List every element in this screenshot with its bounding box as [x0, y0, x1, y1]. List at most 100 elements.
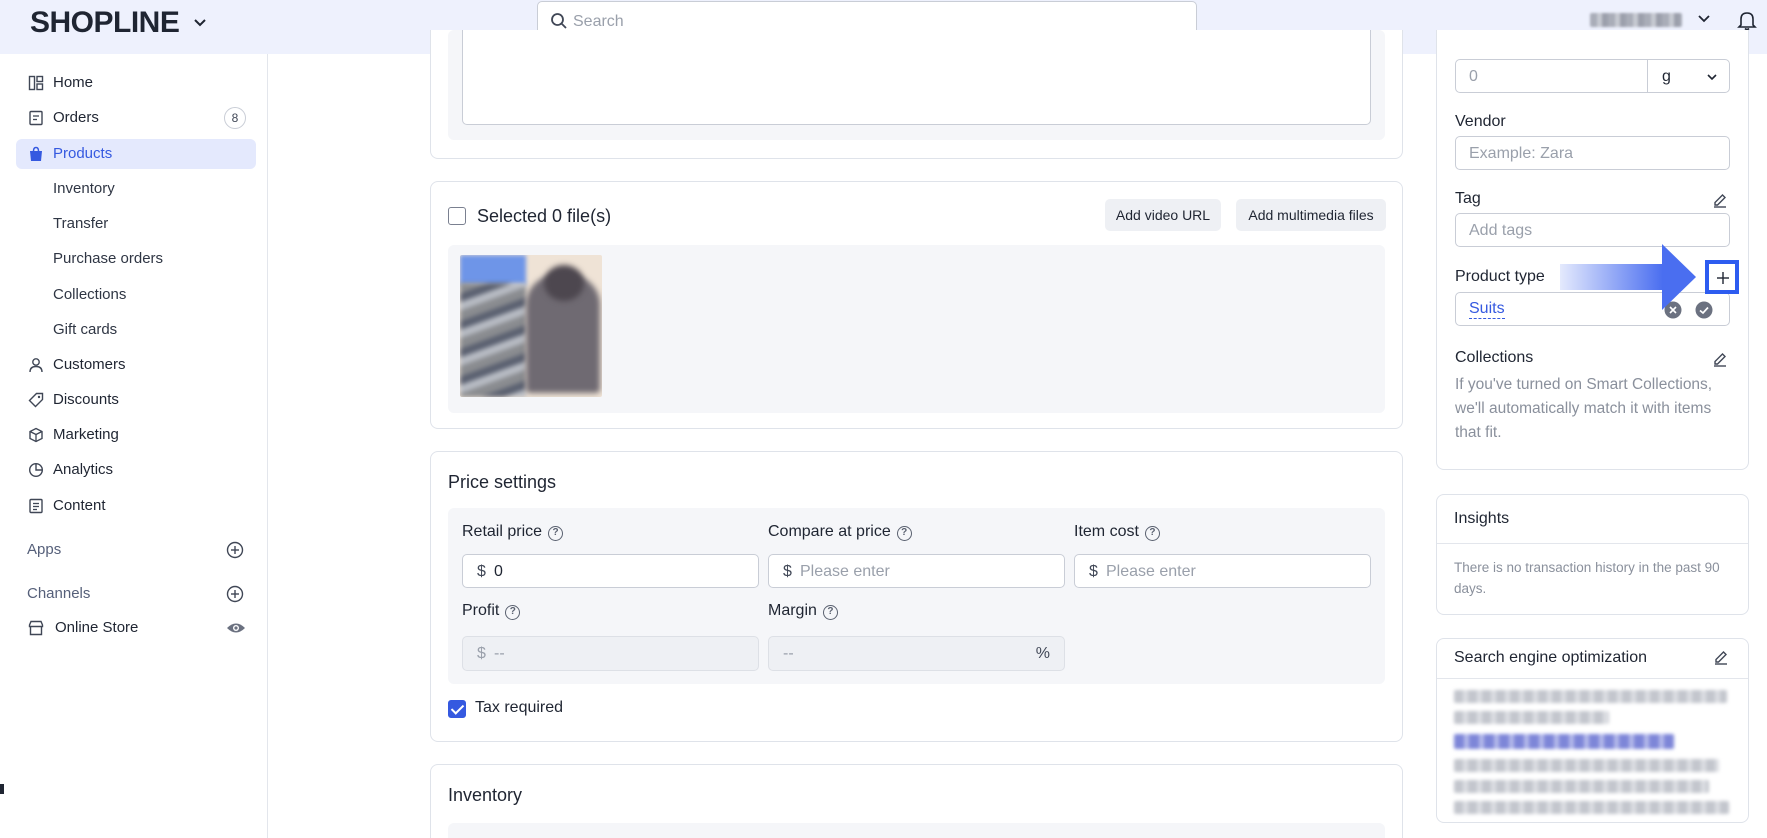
profit-field: $ -- [462, 636, 759, 671]
orders-icon [29, 110, 43, 126]
sidebar-item-label: Content [53, 497, 106, 514]
account-chevron-down-icon[interactable] [1696, 10, 1712, 26]
compare-price-input[interactable]: $ Please enter [768, 554, 1065, 588]
retail-price-value: 0 [494, 563, 503, 580]
sidebar-item-label: Customers [53, 356, 126, 373]
add-app-plus-icon[interactable] [226, 541, 244, 559]
currency-symbol: $ [1089, 563, 1098, 580]
account-name-redacted[interactable] [1590, 13, 1682, 27]
sidebar-item-label: Home [53, 74, 94, 91]
marketing-icon [29, 427, 43, 443]
bell-icon[interactable] [1736, 9, 1758, 31]
product-image-thumbnail[interactable] [460, 255, 602, 397]
sidebar-item-inventory[interactable]: Inventory [16, 174, 256, 204]
item-cost-placeholder: Please enter [1106, 563, 1196, 580]
help-icon[interactable]: ? [822, 605, 838, 620]
annotation-arrow-shaft [1560, 264, 1663, 290]
inventory-title: Inventory [448, 785, 523, 805]
retail-price-input[interactable]: $ 0 [462, 554, 759, 588]
sidebar-item-label: Purchase orders [53, 250, 164, 267]
description-editor-wrap [448, 30, 1385, 140]
help-icon[interactable]: ? [548, 526, 564, 541]
add-product-type-button[interactable] [1705, 260, 1739, 294]
divider [1437, 543, 1748, 544]
select-all-media-checkbox[interactable] [448, 207, 466, 225]
tax-required-label: Tax required [475, 699, 564, 716]
confirm-check-icon[interactable] [1695, 301, 1713, 319]
sidebar-item-orders[interactable]: Orders 8 [16, 103, 256, 133]
sidebar-item-online-store[interactable]: Online Store [16, 613, 256, 643]
seo-card: Search engine optimization [1436, 638, 1749, 823]
seo-title: Search engine optimization [1454, 649, 1648, 666]
home-icon [28, 75, 44, 91]
sidebar-item-label: Gift cards [53, 321, 118, 338]
add-video-url-button[interactable]: Add video URL [1105, 199, 1221, 231]
sidebar-item-content[interactable]: Content [16, 491, 256, 521]
annotation-arrow-head [1662, 244, 1696, 310]
plus-icon [1717, 272, 1729, 284]
sidebar-item-purchase-orders[interactable]: Purchase orders [16, 244, 256, 274]
help-icon[interactable]: ? [896, 526, 912, 541]
description-editor[interactable] [462, 30, 1371, 125]
profit-label: Profit? [462, 602, 521, 620]
apps-section-label: Apps [27, 541, 62, 558]
item-cost-input[interactable]: $ Please enter [1074, 554, 1371, 588]
tag-label: Tag [1455, 190, 1481, 207]
retail-price-label-text: Retail price [462, 523, 543, 540]
weight-value: 0 [1469, 68, 1478, 85]
tax-required-checkbox[interactable] [448, 700, 466, 718]
compare-price-label: Compare at price? [768, 523, 912, 541]
sidebar-item-gift-cards[interactable]: Gift cards [16, 315, 256, 345]
description-card [430, 30, 1403, 159]
weight-unit-value: g [1662, 68, 1671, 85]
tags-input[interactable]: Add tags [1455, 213, 1730, 247]
help-icon[interactable]: ? [505, 605, 521, 620]
vendor-label: Vendor [1455, 113, 1506, 130]
insights-text: There is no transaction history in the p… [1454, 560, 1720, 596]
edit-collections-icon[interactable] [1712, 351, 1728, 367]
shopline-logo[interactable]: SHOPLINE [30, 6, 180, 40]
insights-title: Insights [1454, 510, 1510, 527]
compare-price-label-text: Compare at price [768, 523, 891, 540]
sidebar-item-home[interactable]: Home [16, 68, 256, 98]
help-icon[interactable]: ? [1144, 526, 1160, 541]
edit-seo-icon[interactable] [1713, 649, 1729, 665]
sidebar-item-label: Collections [53, 286, 127, 303]
selected-files-label: Selected 0 file(s) [477, 206, 612, 226]
chevron-down-icon [1707, 74, 1717, 81]
retail-price-label: Retail price? [462, 523, 564, 541]
sidebar-item-analytics[interactable]: Analytics [16, 455, 256, 485]
product-type-value: Suits [1469, 300, 1505, 319]
sidebar-item-label: Analytics [53, 461, 114, 478]
content-icon [29, 498, 43, 514]
add-multimedia-files-button[interactable]: Add multimedia files [1236, 199, 1386, 231]
vendor-input[interactable]: Example: Zara [1455, 136, 1730, 170]
sidebar-item-customers[interactable]: Customers [16, 350, 256, 380]
chevron-down-icon[interactable] [192, 14, 208, 30]
sidebar: Home Orders 8 Products Inventory Transfe… [0, 54, 268, 838]
percent-unit: % [1035, 645, 1050, 662]
orders-count-badge: 8 [224, 107, 246, 129]
sidebar-item-label: Orders [53, 109, 99, 126]
price-settings-card: Price settings Retail price? Compare at … [430, 451, 1403, 742]
sidebar-item-marketing[interactable]: Marketing [16, 420, 256, 450]
sidebar-item-label: Transfer [53, 215, 109, 232]
weight-input[interactable]: 0 [1455, 59, 1648, 93]
sidebar-item-label: Inventory [53, 180, 115, 197]
discounts-icon [28, 392, 44, 408]
edit-tags-icon[interactable] [1712, 192, 1728, 208]
inventory-card: Inventory [430, 764, 1403, 838]
profit-value: -- [494, 645, 505, 662]
sidebar-item-collections[interactable]: Collections [16, 280, 256, 310]
add-channel-plus-icon[interactable] [226, 585, 244, 603]
sidebar-item-transfer[interactable]: Transfer [16, 209, 256, 239]
weight-unit-select[interactable]: g [1647, 59, 1730, 93]
eye-icon[interactable] [226, 621, 246, 635]
sidebar-item-products[interactable]: Products [16, 139, 256, 169]
search-icon [551, 13, 567, 29]
currency-symbol: $ [477, 563, 486, 580]
compare-price-placeholder: Please enter [800, 563, 890, 580]
margin-label: Margin? [768, 602, 838, 620]
currency-symbol: $ [783, 563, 792, 580]
sidebar-item-discounts[interactable]: Discounts [16, 385, 256, 415]
